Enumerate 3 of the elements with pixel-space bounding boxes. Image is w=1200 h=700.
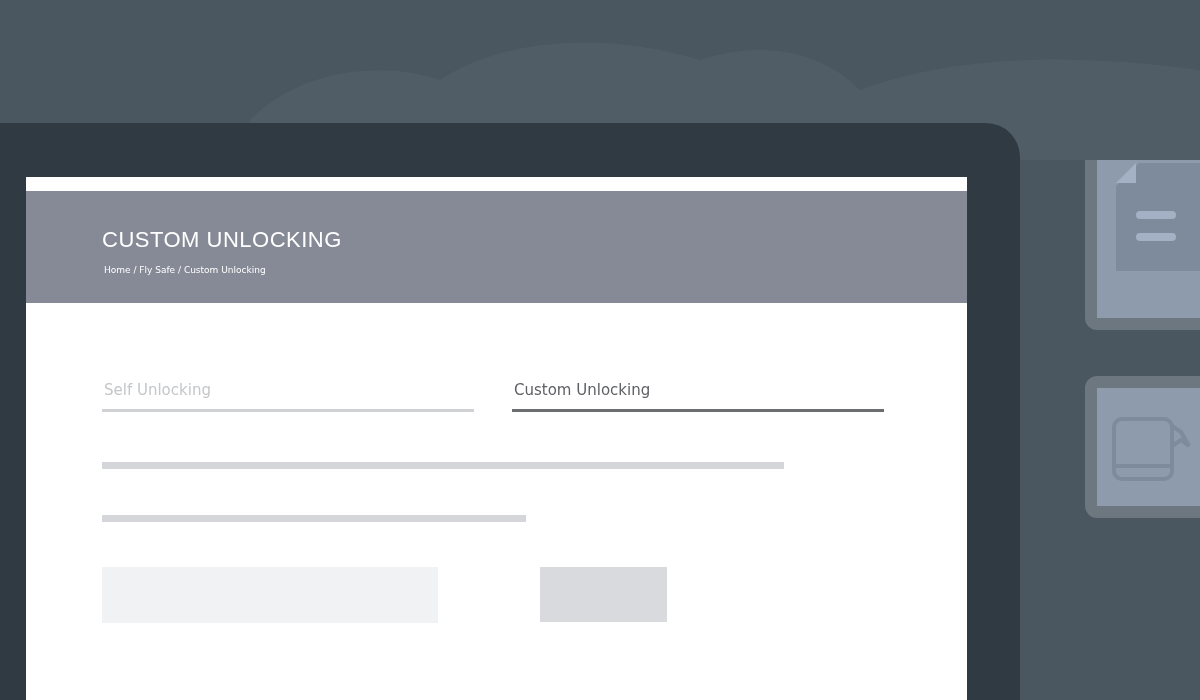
- breadcrumb: Home / Fly Safe / Custom Unlocking: [104, 265, 267, 275]
- page-title: CUSTOM UNLOCKING: [102, 227, 343, 253]
- button-placeholder[interactable]: [540, 567, 667, 622]
